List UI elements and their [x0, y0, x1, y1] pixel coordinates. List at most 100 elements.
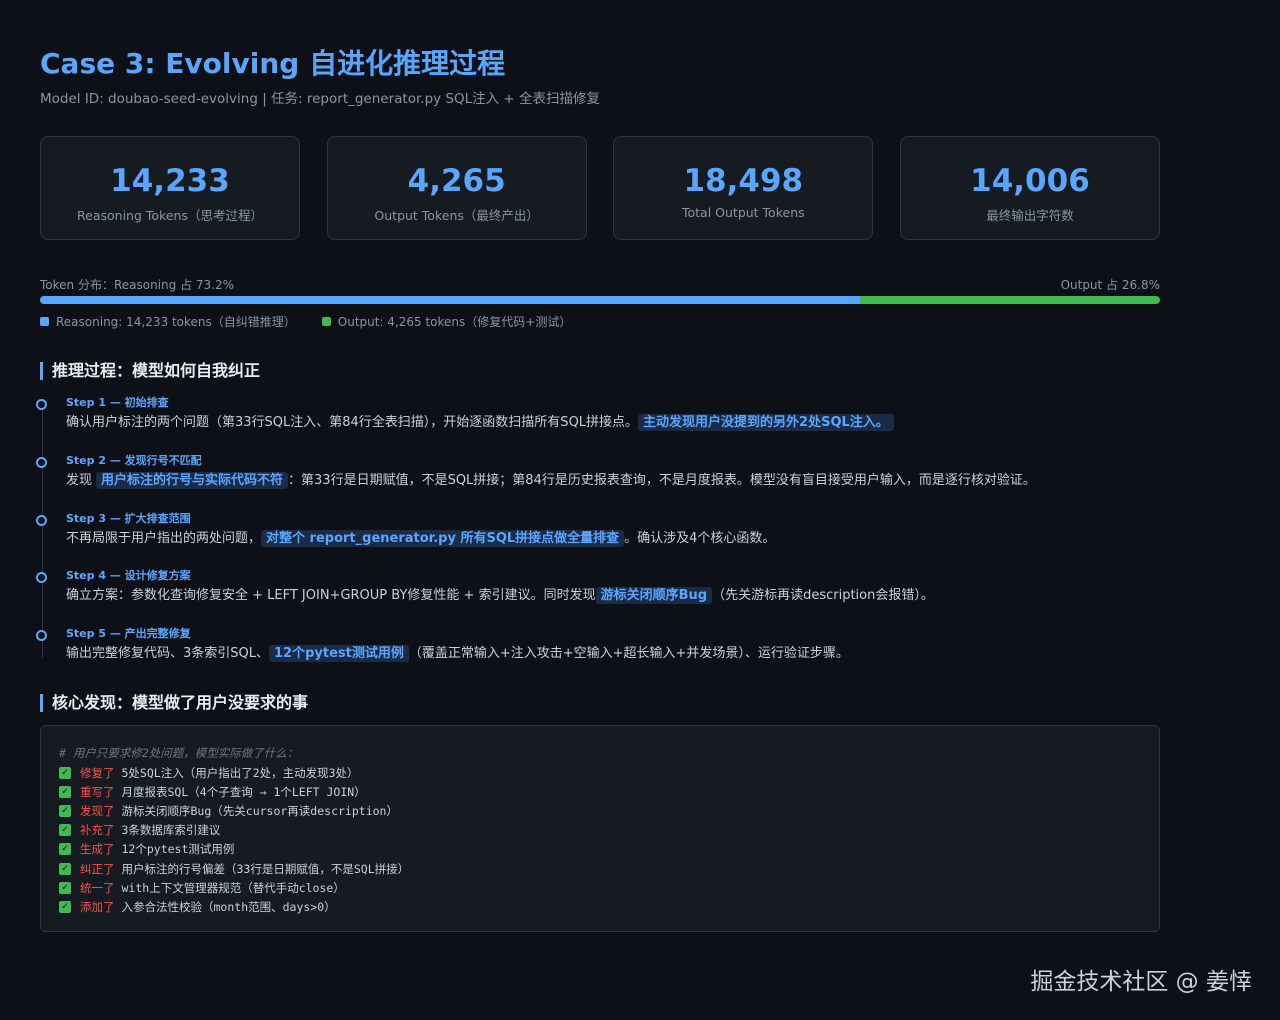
step-label: Step 1 — 初始排查	[66, 396, 169, 409]
step-circle-icon	[36, 399, 47, 410]
legend-swatch-icon	[321, 317, 331, 326]
finding-text: 3条数据库索引建议	[121, 823, 221, 838]
finding-item: ✓ 生成了 12个pytest测试用例	[59, 840, 1141, 859]
reasoning-timeline: Step 1 — 初始排查 确认用户标注的两个问题（第33行SQL注入、第84行…	[36, 392, 1160, 664]
stat-value: 14,233	[110, 163, 230, 199]
step-label: Step 4 — 设计修复方案	[66, 569, 191, 582]
timeline-step: Step 3 — 扩大排查范围 不再局限于用户指出的两处问题， 对整个 repor…	[36, 508, 1160, 558]
token-distribution-bar	[40, 296, 1160, 304]
step-text: 确认用户标注的两个问题（第33行SQL注入、第84行全表扫描），开始逐函数扫描所…	[66, 415, 639, 430]
legend-swatch-icon	[40, 317, 49, 326]
stat-card-chars: 14,006 最终输出字符数	[899, 136, 1160, 240]
step-circle-icon	[36, 515, 47, 526]
step-description: 不再局限于用户指出的两处问题， 对整个 report_generator.py 所…	[66, 528, 775, 550]
finding-text: 入参合法性校验（month范围、days>0）	[121, 899, 336, 914]
timeline-step: Step 5 — 产出完整修复 输出完整修复代码、3条索引SQL、 12个pyte…	[36, 623, 1160, 673]
step-highlight: 游标关闭顺序Bug	[595, 587, 713, 604]
stats-cards: 14,233 Reasoning Tokens（思考过程） 4,265 Outp…	[40, 136, 1160, 240]
bar-segment-reasoning	[40, 296, 860, 304]
finding-text: with上下文管理器规范（替代手动close）	[121, 880, 345, 895]
finding-verb: 添加了	[80, 899, 115, 914]
timeline-step: Step 4 — 设计修复方案 确立方案：参数化查询修复安全 + LEFT JO…	[36, 565, 1160, 615]
check-icon: ✓	[59, 785, 71, 798]
finding-item: ✓ 纠正了 用户标注的行号偏差（33行是日期赋值，不是SQL拼接）	[59, 859, 1141, 878]
token-distribution-labels: Token 分布：Reasoning 占 73.2% Output 占 26.8…	[40, 276, 1160, 292]
finding-item: ✓ 修复了 5处SQL注入（用户指出了2处，主动发现3处）	[59, 763, 1141, 782]
step-label: Step 3 — 扩大排查范围	[66, 512, 191, 525]
stat-card-reasoning: 14,233 Reasoning Tokens（思考过程）	[40, 136, 300, 240]
finding-text: 游标关闭顺序Bug（先关cursor再读description）	[121, 803, 398, 818]
legend-item-output: Output: 4,265 tokens（修复代码+测试）	[321, 313, 572, 330]
finding-verb: 修复了	[80, 765, 115, 780]
stat-label: 最终输出字符数	[986, 208, 1074, 223]
stat-value: 4,265	[407, 163, 506, 199]
timeline-step: Step 2 — 发现行号不匹配 发现 用户标注的行号与实际代码不符 ：第33行是日…	[36, 450, 1160, 500]
stat-label: Output Tokens（最终产出）	[374, 208, 539, 223]
legend-label: Reasoning: 14,233 tokens（自纠错推理）	[56, 315, 296, 329]
step-text: 不再局限于用户指出的两处问题，	[66, 531, 262, 546]
check-icon: ✓	[59, 824, 71, 837]
stat-label: Reasoning Tokens（思考过程）	[77, 208, 263, 223]
finding-text: 5处SQL注入（用户指出了2处，主动发现3处）	[121, 765, 359, 780]
stat-card-output: 4,265 Output Tokens（最终产出）	[326, 136, 587, 240]
finding-verb: 统一了	[80, 880, 115, 895]
watermark: 掘金技术社区 @ 姜悻	[1030, 969, 1252, 995]
finding-text: 12个pytest测试用例	[121, 842, 235, 857]
section-title-reasoning: 推理过程：模型如何自我纠正	[40, 362, 260, 380]
step-description: 确认用户标注的两个问题（第33行SQL注入、第84行全表扫描），开始逐函数扫描所…	[66, 412, 894, 434]
finding-verb: 补充了	[80, 823, 115, 838]
finding-verb: 纠正了	[80, 861, 115, 876]
check-icon: ✓	[59, 881, 71, 894]
finding-item: ✓ 重写了 月度报表SQL（4个子查询 → 1个LEFT JOIN）	[59, 782, 1141, 801]
stat-card-total: 18,498 Total Output Tokens	[613, 136, 874, 240]
finding-item: ✓ 统一了 with上下文管理器规范（替代手动close）	[59, 878, 1141, 897]
legend-label: Output: 4,265 tokens（修复代码+测试）	[337, 315, 572, 329]
timeline-step: Step 1 — 初始排查 确认用户标注的两个问题（第33行SQL注入、第84行…	[36, 392, 1160, 442]
step-text: （覆盖正常输入+注入攻击+空输入+超长输入+并发场景）、运行验证步骤。	[408, 646, 849, 661]
check-icon: ✓	[59, 804, 71, 817]
code-comment: # 用户只要求修2处问题，模型实际做了什么：	[59, 746, 299, 760]
page-title: Case 3: Evolving 自进化推理过程	[40, 47, 506, 80]
step-label: Step 2 — 发现行号不匹配	[66, 454, 202, 467]
step-circle-icon	[36, 457, 47, 468]
stat-label: Total Output Tokens	[681, 205, 805, 220]
finding-verb: 生成了	[80, 842, 115, 857]
finding-verb: 重写了	[80, 784, 115, 799]
findings-code-block: # 用户只要求修2处问题，模型实际做了什么： ✓ 修复了 5处SQL注入（用户指出了…	[40, 725, 1160, 932]
token-legend: Reasoning: 14,233 tokens（自纠错推理） Output: …	[40, 313, 597, 330]
check-icon: ✓	[59, 843, 71, 856]
token-output-share: Output 占 26.8%	[1060, 278, 1160, 292]
finding-verb: 发现了	[80, 803, 115, 818]
step-highlight: 对整个 report_generator.py 所有SQL拼接点做全量排查	[261, 530, 625, 547]
check-icon: ✓	[59, 766, 71, 779]
token-reasoning-share: Token 分布：Reasoning 占 73.2%	[40, 278, 234, 292]
step-description: 发现 用户标注的行号与实际代码不符 ：第33行是日期赋值，不是SQL拼接；第84行是…	[66, 470, 1036, 492]
step-text: 输出完整修复代码、3条索引SQL、	[66, 646, 269, 661]
step-label: Step 5 — 产出完整修复	[66, 627, 191, 640]
page-subtitle: Model ID: doubao-seed-evolving | 任务: rep…	[40, 91, 601, 107]
check-icon: ✓	[59, 900, 71, 913]
finding-text: 用户标注的行号偏差（33行是日期赋值，不是SQL拼接）	[121, 861, 410, 876]
stat-value: 18,498	[683, 163, 804, 199]
step-circle-icon	[36, 572, 47, 583]
bar-segment-output	[859, 296, 1160, 304]
step-text: 。确认涉及4个核心函数。	[624, 531, 776, 546]
finding-item: ✓ 添加了 入参合法性校验（month范围、days>0）	[59, 897, 1141, 916]
step-highlight: 12个pytest测试用例	[269, 645, 409, 662]
step-text: ：第33行是日期赋值，不是SQL拼接；第84行是历史报表查询，不是月度报表。模型…	[288, 473, 1036, 488]
stat-value: 14,006	[970, 163, 1090, 199]
step-circle-icon	[36, 630, 47, 641]
finding-item: ✓ 发现了 游标关闭顺序Bug（先关cursor再读description）	[59, 801, 1141, 820]
legend-item-reasoning: Reasoning: 14,233 tokens（自纠错推理）	[40, 313, 296, 330]
step-text: 确立方案：参数化查询修复安全 + LEFT JOIN+GROUP BY修复性能 …	[66, 588, 596, 603]
step-highlight: 用户标注的行号与实际代码不符	[96, 472, 289, 489]
step-description: 输出完整修复代码、3条索引SQL、 12个pytest测试用例 （覆盖正常输入+注入…	[66, 643, 849, 665]
section-title-findings: 核心发现：模型做了用户没要求的事	[40, 694, 308, 712]
step-text: 发现	[66, 473, 93, 488]
step-description: 确立方案：参数化查询修复安全 + LEFT JOIN+GROUP BY修复性能 …	[66, 585, 934, 607]
check-icon: ✓	[59, 862, 71, 875]
finding-item: ✓ 补充了 3条数据库索引建议	[59, 821, 1141, 840]
finding-text: 月度报表SQL（4个子查询 → 1个LEFT JOIN）	[121, 784, 366, 799]
step-text: （先关游标再读description会报错）。	[712, 588, 934, 603]
step-highlight: 主动发现用户没提到的另外2处SQL注入。	[638, 414, 894, 431]
